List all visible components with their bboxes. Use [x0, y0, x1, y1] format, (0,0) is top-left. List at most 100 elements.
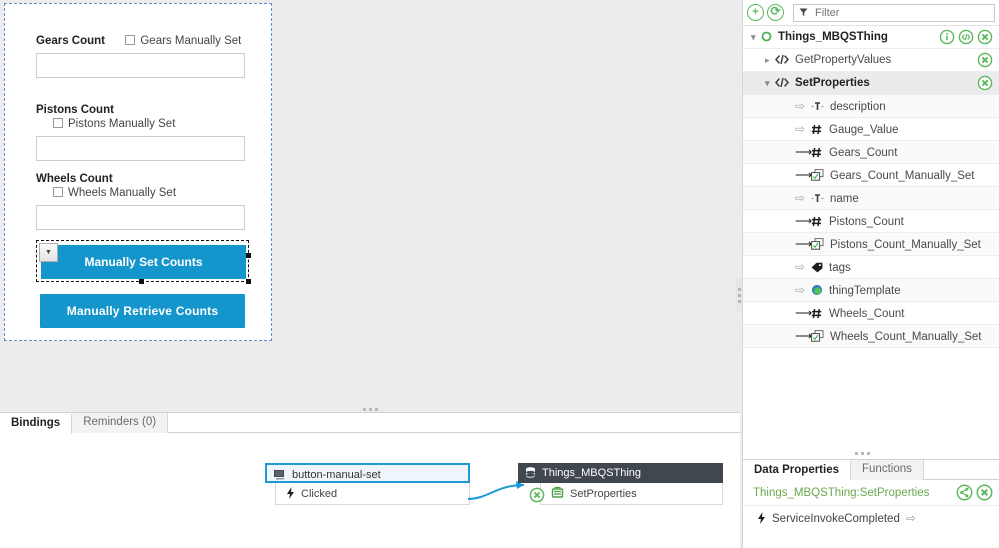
add-icon[interactable]: + — [747, 4, 764, 21]
refresh-icon[interactable]: ⟳ — [767, 4, 784, 21]
database-icon — [526, 467, 535, 478]
binding-source-node[interactable]: button-manual-set Clicked — [265, 463, 470, 505]
tree-row-pistons-count[interactable]: ⟶ Pistons_Count — [743, 210, 999, 233]
data-properties-event-row[interactable]: ServiceInvokeCompleted ⇨ — [743, 506, 999, 532]
chevron-down-icon[interactable]: ▼ — [39, 243, 58, 262]
tab-bindings[interactable]: Bindings — [0, 414, 73, 434]
checkbox-box[interactable] — [53, 118, 63, 128]
lightning-icon — [287, 487, 294, 499]
data-properties-panel: Data Properties Functions Things_MBQSThin… — [743, 459, 999, 548]
manually-retrieve-counts-button[interactable]: Manually Retrieve Counts — [40, 294, 245, 328]
tree-row-tags[interactable]: ⇨ tags — [743, 256, 999, 279]
tree-row-label: name — [830, 193, 859, 205]
binding-source-event-label: Clicked — [301, 488, 338, 500]
tree-row-thingtemplate[interactable]: ⇨ thingTemplate — [743, 279, 999, 302]
share-icon[interactable] — [956, 484, 973, 501]
binding-target-service[interactable]: SetProperties — [540, 483, 723, 505]
resize-handle-bottom[interactable] — [139, 279, 144, 284]
binding-target-header[interactable]: Things_MBQSThing — [518, 463, 723, 483]
tab-data-properties[interactable]: Data Properties — [743, 461, 852, 481]
gears-manually-set-label: Gears Manually Set — [140, 35, 242, 47]
tree-row-label: Pistons_Count — [829, 216, 904, 228]
data-properties-event-label: ServiceInvokeCompleted — [772, 513, 900, 525]
wheels-count-input[interactable] — [36, 205, 245, 230]
tree-row-label: Gears_Count — [829, 147, 898, 159]
mashup-container[interactable]: Gears Count Gears Manually Set Pistons C… — [4, 3, 272, 341]
filter-input[interactable] — [813, 5, 989, 20]
checkbox-box[interactable] — [53, 187, 63, 197]
tree-row-label: tags — [829, 262, 851, 274]
remove-circle-icon[interactable] — [976, 484, 993, 501]
manually-set-counts-selection[interactable]: Manually Set Counts ▼ — [36, 240, 251, 284]
binding-target-service-label: SetProperties — [570, 488, 637, 500]
resize-handle-right[interactable] — [246, 253, 251, 258]
data-properties-splitter-handle[interactable] — [855, 452, 870, 455]
binding-target-title: Things_MBQSThing — [542, 467, 642, 479]
widget-icon — [274, 470, 285, 480]
data-properties-tabbar: Data Properties Functions — [743, 460, 999, 481]
tree-row-gauge-value[interactable]: ⇨ Gauge_Value — [743, 118, 999, 141]
tree-row-wheels-count[interactable]: ⟶ Wheels_Count — [743, 302, 999, 325]
pistons-manually-set-checkbox[interactable]: Pistons Manually Set — [53, 118, 175, 130]
tree-row-description[interactable]: ⇨ description — [743, 95, 999, 118]
filter-icon — [799, 8, 808, 16]
tree-row-getpropertyvalues[interactable]: ▸ GetPropertyValues — [743, 49, 999, 72]
field-group-pistons: Pistons Count Pistons Manually Set — [36, 102, 245, 161]
field-group-wheels: Wheels Count Wheels Manually Set — [36, 171, 245, 230]
code-icon[interactable] — [958, 29, 974, 45]
chevron-down-icon[interactable]: ▾ — [751, 26, 761, 49]
tree-row-label: Gears_Count_Manually_Set — [830, 170, 975, 182]
mashup-canvas[interactable]: Gears Count Gears Manually Set Pistons C… — [0, 0, 740, 411]
lightning-icon — [758, 512, 765, 524]
binding-source-title: button-manual-set — [292, 469, 381, 481]
tree-row-wheels-count-manually-set[interactable]: ⟶ Wheels_Count_Manually_Set — [743, 325, 999, 348]
binding-target-node[interactable]: Things_MBQSThing SetProperties — [518, 463, 723, 505]
pistons-manually-set-label: Pistons Manually Set — [68, 118, 176, 130]
tree-row-label: Gauge_Value — [829, 124, 899, 136]
binding-source-header[interactable]: button-manual-set — [265, 463, 470, 483]
tree-row-actions — [939, 29, 993, 45]
tree-row-label: description — [830, 101, 886, 113]
data-properties-service-row[interactable]: Things_MBQSThing:SetProperties — [743, 480, 999, 506]
field-group-gears: Gears Count Gears Manually Set — [36, 33, 245, 78]
checkbox-box[interactable] — [125, 35, 136, 45]
tree-row-name[interactable]: ⇨ name — [743, 187, 999, 210]
tree-row-things-mbqsthing[interactable]: ▾ Things_MBQSThing — [743, 26, 999, 49]
info-icon[interactable] — [939, 29, 955, 45]
tree-row-actions — [977, 52, 993, 68]
wheels-manually-set-checkbox[interactable]: Wheels Manually Set — [53, 187, 176, 199]
bindings-tabbar: Bindings Reminders (0) — [0, 413, 740, 434]
gears-manually-set-checkbox[interactable]: Gears Manually Set — [125, 35, 241, 47]
chevron-down-icon[interactable]: ▾ — [765, 72, 775, 95]
tab-reminders[interactable]: Reminders (0) — [72, 413, 169, 433]
canvas-splitter-handle[interactable] — [363, 408, 378, 411]
entity-panel: + ⟳ ▾Things_MBQSThing▸GetPropertyValues▾… — [742, 0, 999, 548]
tree-row-gears-count-manually-set[interactable]: ⟶ Gears_Count_Manually_Set — [743, 164, 999, 187]
binding-out-icon: ⇨ — [906, 513, 916, 525]
gears-count-input[interactable] — [36, 53, 245, 78]
tree-row-actions — [977, 75, 993, 91]
pistons-count-label: Pistons Count — [36, 104, 114, 116]
wheels-count-label: Wheels Count — [36, 173, 113, 185]
filter-box[interactable] — [793, 3, 995, 22]
remove-circle-icon[interactable] — [977, 52, 993, 68]
tree-row-label: Wheels_Count_Manually_Set — [830, 331, 982, 343]
binding-source-event[interactable]: Clicked — [275, 483, 470, 505]
remove-circle-icon[interactable] — [529, 487, 545, 503]
manually-set-counts-button[interactable]: Manually Set Counts — [41, 245, 246, 279]
tree-row-pistons-count-manually-set[interactable]: ⟶ Pistons_Count_Manually_Set — [743, 233, 999, 256]
gears-count-label: Gears Count — [36, 35, 106, 47]
bindings-panel: Bindings Reminders (0) button-manual-set … — [0, 412, 740, 548]
wheels-manually-set-label: Wheels Manually Set — [68, 187, 177, 199]
tree-row-gears-count[interactable]: ⟶ Gears_Count — [743, 141, 999, 164]
tree-row-setproperties[interactable]: ▾ SetProperties — [743, 72, 999, 95]
tree-row-label: GetPropertyValues — [795, 54, 892, 66]
tab-functions[interactable]: Functions — [851, 460, 924, 480]
chevron-right-icon[interactable]: ▸ — [765, 49, 775, 72]
remove-circle-icon[interactable] — [977, 75, 993, 91]
remove-circle-icon[interactable] — [977, 29, 993, 45]
resize-handle-corner[interactable] — [246, 279, 251, 284]
entity-tree: ▾ Things_MBQSThing ▸ GetPropertyValues ▾ SetP… — [743, 26, 999, 348]
pistons-count-input[interactable] — [36, 136, 245, 161]
tree-row-label: Things_MBQSThing — [778, 31, 888, 43]
